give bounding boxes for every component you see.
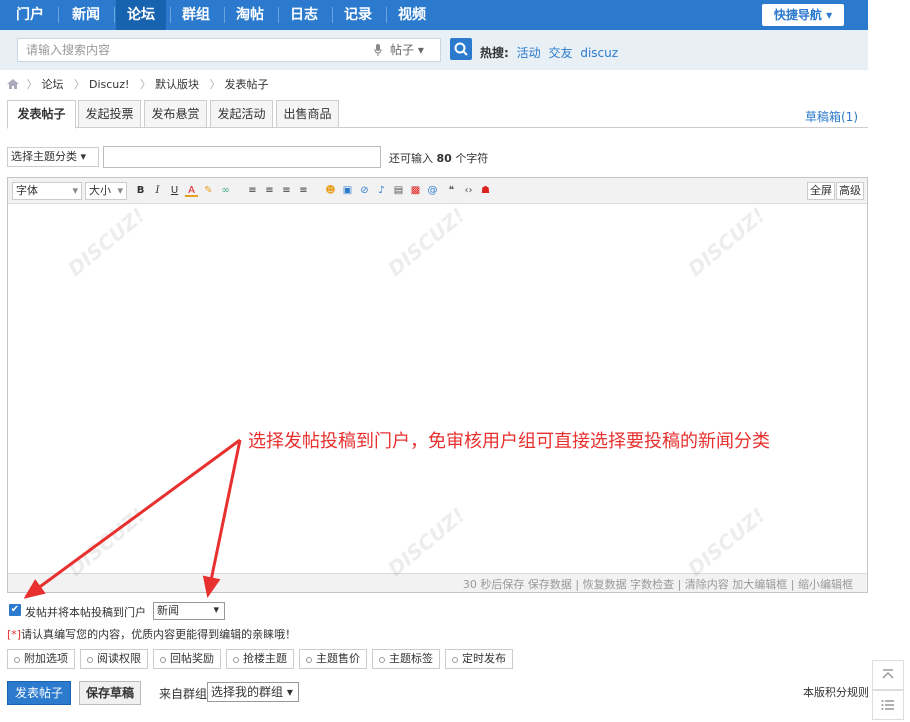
- quote-icon[interactable]: ❝: [445, 184, 458, 197]
- align-left-icon[interactable]: ≡: [246, 184, 259, 197]
- save-draft-button[interactable]: 保存草稿: [79, 681, 141, 705]
- credit-rules-link[interactable]: 本版积分规则: [803, 684, 869, 700]
- search-type-select[interactable]: 帖子 ▾: [390, 39, 424, 61]
- option-schedule[interactable]: 定时发布: [445, 649, 513, 669]
- nav-separator: [114, 7, 115, 23]
- thread-type-select[interactable]: 选择主题分类 ▾: [7, 147, 99, 167]
- back-to-top-icon: [882, 669, 894, 679]
- group-label: 来自群组:: [159, 687, 212, 701]
- nav-item-blog[interactable]: 日志: [282, 0, 326, 30]
- char-counter-prefix: 还可输入: [389, 152, 433, 165]
- code-icon[interactable]: ‹›: [462, 184, 475, 197]
- video-icon[interactable]: ▤: [392, 184, 405, 197]
- top-nav: 门户 新闻 论坛 群组 淘帖 日志 记录 视频 快捷导航 ▾: [0, 0, 868, 30]
- home-icon[interactable]: [7, 79, 19, 89]
- nav-separator: [170, 7, 171, 23]
- option-reply-reward[interactable]: 回帖奖励: [153, 649, 221, 669]
- nav-item-group[interactable]: 群组: [174, 0, 218, 30]
- char-counter: 还可输入 80 个字符: [389, 150, 488, 166]
- editor-toolbar: 字体 ▾ 大小 ▾ B I U A ✎ ∞ ≡ ≡ ≡ ≡ ☻ ▣ ⊘ ♪ ▤ ▩ …: [8, 178, 867, 204]
- nav-separator: [386, 7, 387, 23]
- breadcrumb-discuz[interactable]: Discuz!: [89, 78, 129, 91]
- tab-reward[interactable]: 发布悬赏: [144, 100, 207, 128]
- option-extra[interactable]: 附加选项: [7, 649, 75, 669]
- link-icon[interactable]: ∞: [219, 184, 232, 197]
- breadcrumb-current: 发表帖子: [224, 78, 269, 91]
- option-price[interactable]: 主题售价: [299, 649, 367, 669]
- nav-item-taotie[interactable]: 淘帖: [228, 0, 272, 30]
- nav-separator: [58, 7, 59, 23]
- underline-icon[interactable]: U: [168, 184, 181, 197]
- char-counter-suffix: 个字符: [455, 152, 489, 165]
- content-tip: [*]请认真编写您的内容，优质内容更能得到编辑的亲睐哦！: [7, 626, 296, 642]
- back-to-top-button[interactable]: [872, 660, 904, 690]
- font-select[interactable]: 字体 ▾: [12, 182, 82, 200]
- editor-status-text[interactable]: 30 秒后保存 保存数据 | 恢复数据 字数检查 | 清除内容 加大编辑框 | …: [463, 576, 853, 592]
- char-counter-value: 80: [436, 152, 452, 165]
- option-read-permission[interactable]: 阅读权限: [80, 649, 148, 669]
- option-tags[interactable]: 主题标签: [372, 649, 440, 669]
- hot-link-discuz[interactable]: discuz: [580, 46, 618, 60]
- group-select[interactable]: 选择我的群组 ▾: [207, 682, 299, 702]
- fullscreen-button[interactable]: 全屏: [807, 182, 835, 200]
- tip-text: 请认真编写您的内容，优质内容更能得到编辑的亲睐哦！: [21, 628, 297, 641]
- hot-link-dating[interactable]: 交友: [548, 46, 572, 60]
- nav-item-portal[interactable]: 门户: [8, 0, 52, 30]
- list-icon: [881, 700, 894, 710]
- tab-post-thread[interactable]: 发表帖子: [7, 100, 76, 129]
- subject-input[interactable]: [103, 146, 381, 168]
- search-icon: [454, 42, 468, 56]
- search-bar: 请输入搜索内容 帖子 ▾ 热搜: 活动 交友 discuz: [0, 30, 868, 70]
- quick-nav-button[interactable]: 快捷导航 ▾: [762, 4, 844, 26]
- annotation-text: 选择发帖投稿到门户，免审核用户组可直接选择要投稿的新闻分类: [248, 431, 770, 452]
- search-placeholder: 请输入搜索内容: [26, 43, 111, 57]
- breadcrumb-forum[interactable]: 论坛: [42, 78, 64, 91]
- tab-trade[interactable]: 出售商品: [276, 100, 339, 128]
- portal-category-select[interactable]: 新闻 ▾: [153, 602, 225, 620]
- microphone-icon[interactable]: [374, 44, 382, 56]
- nav-item-record[interactable]: 记录: [336, 0, 380, 30]
- font-size-select[interactable]: 大小 ▾: [85, 182, 127, 200]
- nav-item-news[interactable]: 新闻: [64, 0, 108, 30]
- list-view-button[interactable]: [872, 690, 904, 720]
- advanced-mode-button[interactable]: 高级: [836, 182, 864, 200]
- bold-icon[interactable]: B: [134, 184, 147, 197]
- nav-item-forum[interactable]: 论坛: [116, 0, 166, 30]
- attachment-icon[interactable]: ⊘: [358, 184, 371, 197]
- align-right-icon[interactable]: ≡: [280, 184, 293, 197]
- search-button[interactable]: [450, 38, 472, 60]
- nav-separator: [278, 7, 279, 23]
- portal-submit-label: 发帖并将本帖投稿到门户: [25, 606, 146, 619]
- italic-icon[interactable]: I: [151, 184, 164, 197]
- highlight-icon[interactable]: ✎: [202, 184, 215, 197]
- drafts-link[interactable]: 草稿箱(1): [805, 108, 858, 125]
- editor-statusbar: 30 秒后保存 保存数据 | 恢复数据 字数检查 | 清除内容 加大编辑框 | …: [8, 573, 867, 592]
- option-floor-grab[interactable]: 抢楼主题: [226, 649, 294, 669]
- tab-activity[interactable]: 发起活动: [210, 100, 273, 128]
- hot-search: 热搜: 活动 交友 discuz: [480, 44, 618, 61]
- breadcrumb-default-board[interactable]: 默认版块: [155, 78, 199, 91]
- at-icon[interactable]: @: [426, 184, 439, 197]
- qq-icon[interactable]: ☗: [479, 184, 492, 197]
- image-icon[interactable]: ▣: [341, 184, 354, 197]
- publish-button[interactable]: 发表帖子: [7, 681, 71, 705]
- smiley-icon[interactable]: ☻: [324, 184, 337, 197]
- nav-item-video[interactable]: 视频: [390, 0, 434, 30]
- tab-poll[interactable]: 发起投票: [78, 100, 141, 128]
- nav-separator: [332, 7, 333, 23]
- font-color-icon[interactable]: A: [185, 184, 198, 197]
- portal-submit-checkbox[interactable]: ✔: [9, 604, 21, 616]
- required-marker: [*]: [7, 628, 22, 641]
- flash-icon[interactable]: ▩: [409, 184, 422, 197]
- hot-link-activity[interactable]: 活动: [517, 46, 541, 60]
- breadcrumb: 〉论坛 〉 Discuz! 〉默认版块 〉发表帖子: [7, 76, 271, 92]
- justify-icon[interactable]: ≡: [297, 184, 310, 197]
- nav-separator: [224, 7, 225, 23]
- search-input[interactable]: 请输入搜索内容 帖子 ▾: [17, 38, 441, 62]
- music-icon[interactable]: ♪: [375, 184, 388, 197]
- hot-search-label: 热搜:: [480, 46, 509, 60]
- align-center-icon[interactable]: ≡: [263, 184, 276, 197]
